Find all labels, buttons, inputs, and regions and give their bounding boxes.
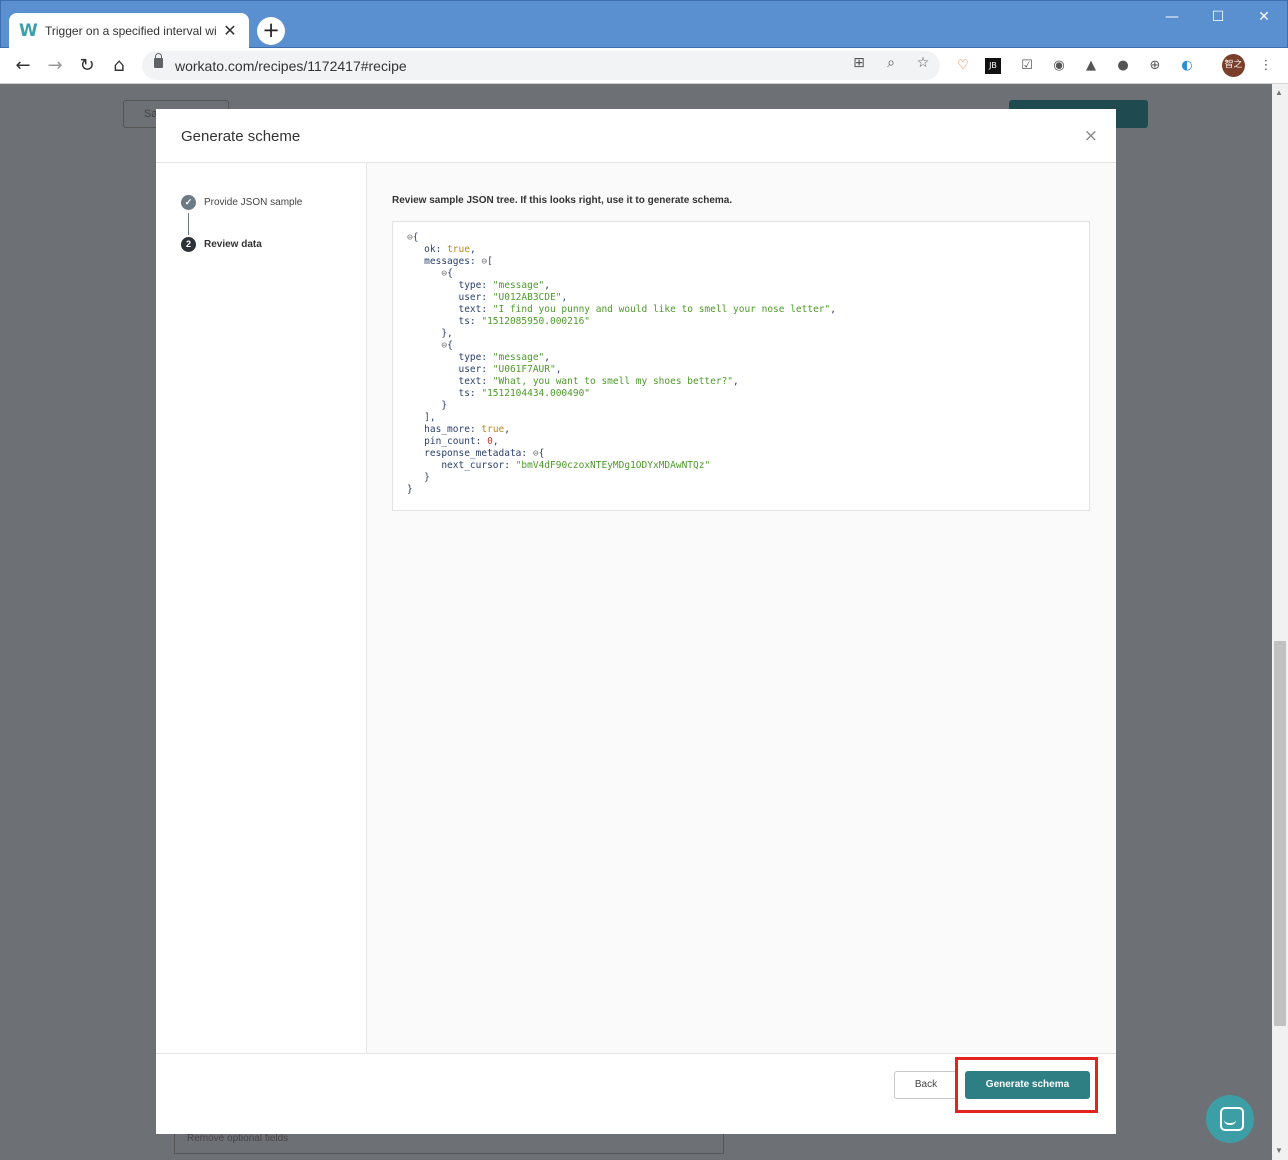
url-text: workato.com/recipes/1172417#recipe (175, 58, 407, 74)
modal-body: ✓ Provide JSON sample 2 Review data Revi… (156, 163, 1116, 1053)
generate-scheme-modal: Generate scheme × ✓ Provide JSON sample … (156, 109, 1116, 1134)
back-button[interactable]: Back (894, 1071, 958, 1099)
json-value: "bmV4dF90czoxNTEyMDg1ODYxMDAwNTQz" (515, 460, 711, 471)
new-tab-button[interactable]: + (257, 17, 285, 45)
json-key: next_cursor (441, 460, 505, 471)
browser-menu-icon[interactable]: ⋮ (1256, 56, 1276, 76)
extension-check-icon[interactable]: ☑ (1017, 56, 1037, 76)
extension-jb-icon[interactable]: JB (985, 58, 1001, 74)
extension-web-icon[interactable]: ⊕ (1145, 56, 1165, 76)
back-arrow-icon[interactable]: ← (10, 53, 36, 79)
json-value: "U061F7AUR" (492, 364, 556, 375)
profile-avatar[interactable]: 智之 (1222, 54, 1245, 77)
wizard-steps: ✓ Provide JSON sample 2 Review data (156, 163, 367, 1053)
tab-title: Trigger on a specified interval wi (45, 24, 217, 38)
home-icon[interactable]: ⌂ (106, 53, 132, 79)
address-bar[interactable]: workato.com/recipes/1172417#recipe ⊞ ⌕ ☆ (142, 51, 940, 80)
json-key: response_metadata (424, 448, 522, 459)
window-close-icon[interactable]: ✕ (1241, 5, 1287, 29)
step-connector (188, 213, 189, 235)
step-number: 2 (181, 237, 196, 252)
forward-arrow-icon[interactable]: → (42, 53, 68, 79)
scroll-thumb[interactable] (1274, 641, 1286, 1026)
collapse-toggle-icon[interactable]: ⊖ (441, 340, 447, 351)
tab-close-icon[interactable]: ✕ (221, 21, 239, 41)
json-value: "What, you want to smell my shoes better… (492, 376, 734, 387)
minimize-icon[interactable]: — (1149, 5, 1195, 29)
collapse-toggle-icon[interactable]: ⊖ (441, 268, 447, 279)
extension-globe-icon[interactable]: ◉ (1049, 56, 1069, 76)
bookmark-star-icon[interactable]: ☆ (912, 55, 934, 71)
json-value: "message" (492, 352, 545, 363)
json-value: "1512104434.000490" (481, 388, 591, 399)
zoom-icon[interactable]: ⌕ (880, 55, 902, 71)
extension-drive-icon[interactable]: ▲ (1081, 56, 1101, 76)
modal-title: Generate scheme (181, 128, 301, 145)
reload-icon[interactable]: ↻ (74, 53, 100, 79)
extension-circle-icon[interactable]: ● (1113, 56, 1133, 76)
highlight-annotation (955, 1057, 1098, 1113)
review-content: Review sample JSON tree. If this looks r… (367, 163, 1116, 1053)
scroll-up-icon[interactable]: ▲ (1275, 88, 1283, 97)
translate-icon[interactable]: ⊞ (848, 55, 870, 71)
browser-tab[interactable]: W Trigger on a specified interval wi ✕ (9, 13, 249, 49)
collapse-toggle-icon[interactable]: ⊖ (481, 256, 487, 267)
step-check-icon: ✓ (181, 195, 196, 210)
json-value: 0 (487, 436, 493, 447)
review-instruction: Review sample JSON tree. If this looks r… (392, 195, 733, 206)
page-scrollbar[interactable]: ▲ ▼ (1272, 84, 1288, 1160)
step-label: Review data (204, 239, 262, 250)
step-provide-json[interactable]: ✓ Provide JSON sample (181, 195, 302, 210)
chat-support-icon[interactable] (1206, 1095, 1254, 1143)
scroll-down-icon[interactable]: ▼ (1275, 1146, 1283, 1155)
json-value: true (481, 424, 505, 435)
json-value: "I find you punny and would like to smel… (492, 304, 831, 315)
json-key: ok (424, 244, 436, 255)
maximize-icon[interactable]: ☐ (1195, 5, 1241, 29)
step-label: Provide JSON sample (204, 197, 303, 208)
extension-blue-icon[interactable]: ◐ (1177, 56, 1197, 76)
workato-favicon-icon: W (19, 21, 38, 41)
json-value: "U012AB3CDE" (492, 292, 562, 303)
step-review-data[interactable]: 2 Review data (181, 237, 262, 252)
lock-icon (154, 53, 163, 68)
json-value: true (447, 244, 470, 255)
modal-header: Generate scheme × (156, 109, 1116, 163)
collapse-toggle-icon[interactable]: ⊖ (407, 232, 413, 243)
json-value: "message" (492, 280, 545, 291)
json-key: has_more (424, 424, 470, 435)
browser-tab-bar: W Trigger on a specified interval wi ✕ +… (0, 0, 1288, 49)
collapse-toggle-icon[interactable]: ⊖ (533, 448, 539, 459)
json-value: "1512085950.000216" (481, 316, 591, 327)
json-tree: ⊖{ ok: true, messages: ⊖[ ⊖{ type: "mess… (392, 221, 1090, 511)
json-key: pin_count (424, 436, 476, 447)
modal-close-icon[interactable]: × (1084, 126, 1098, 146)
browser-toolbar: ← → ↻ ⌂ workato.com/recipes/1172417#reci… (0, 48, 1288, 84)
extension-pocket-icon[interactable]: ♡ (953, 56, 973, 76)
json-key: messages (424, 256, 470, 267)
